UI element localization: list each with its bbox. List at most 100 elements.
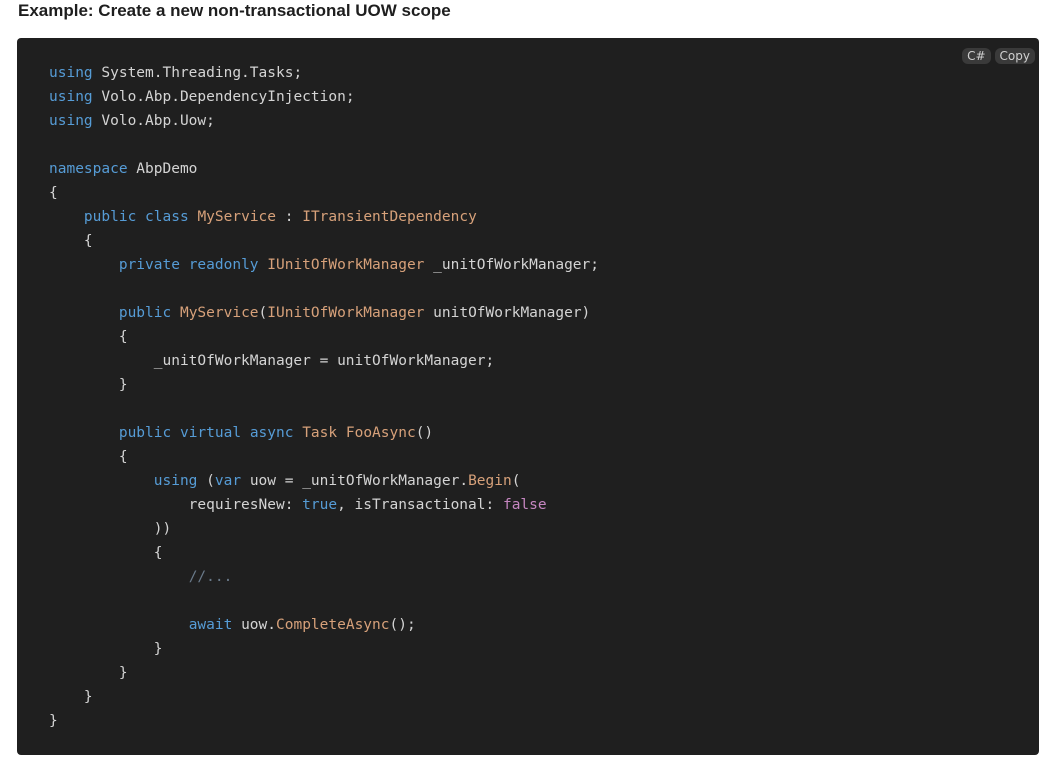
code-line: { (49, 325, 599, 349)
code-line: private readonly IUnitOfWorkManager _uni… (49, 253, 599, 277)
code-line: { (49, 229, 599, 253)
code-token-plain: uow. (232, 617, 276, 633)
code-token-plain: } (49, 713, 58, 729)
code-token-plain: System.Threading.Tasks; (92, 65, 303, 81)
code-token-plain: _unitOfWorkManager = unitOfWorkManager; (49, 353, 495, 369)
code-line: using Volo.Abp.Uow; (49, 109, 599, 133)
code-token-plain: ( (258, 305, 268, 321)
code-line: await uow.CompleteAsync(); (49, 613, 599, 637)
code-token-type: MyService (179, 305, 259, 321)
code-token-plain: { (49, 545, 163, 561)
code-line: )) (49, 517, 599, 541)
code-token-keyword: await (188, 617, 233, 633)
code-line: using Volo.Abp.DependencyInjection; (49, 85, 599, 109)
code-token-plain: { (49, 233, 93, 249)
code-line: } (49, 709, 599, 733)
code-token-keyword: class (145, 209, 189, 225)
code-line: //... (49, 565, 599, 589)
code-token-plain: , isTransactional: (337, 497, 503, 513)
code-line: { (49, 541, 599, 565)
code-token-plain: ( (511, 473, 521, 489)
language-badge: C# (962, 48, 991, 64)
copy-button[interactable]: Copy (994, 48, 1035, 64)
code-token-plain: requiresNew: (49, 497, 303, 513)
code-token-keyword2: false (502, 497, 547, 513)
code-block: C# Copy using System.Threading.Tasks; usi… (17, 38, 1039, 755)
code-line: requiresNew: true, isTransactional: fals… (49, 493, 599, 517)
code-token-keyword: public (118, 305, 172, 321)
code-token-plain: { (49, 449, 128, 465)
code-token-plain: { (49, 185, 58, 201)
code-line: } (49, 637, 599, 661)
code-token-plain: () (415, 425, 434, 441)
code-token-plain: AbpDemo (127, 161, 198, 177)
code-line: ​ (49, 397, 599, 421)
code-line: using (var uow = _unitOfWorkManager.Begi… (49, 469, 599, 493)
code-token-type: Task (302, 425, 338, 441)
code-token-plain: )) (49, 521, 172, 537)
code-token-method: Begin (468, 473, 512, 489)
code-line: namespace AbpDemo (49, 157, 599, 181)
code-listing: using System.Threading.Tasks; using Volo.… (49, 61, 599, 733)
code-line: } (49, 661, 599, 685)
code-line: ​ (49, 277, 599, 301)
code-line: { (49, 181, 599, 205)
code-content: using System.Threading.Tasks; using Volo.… (49, 61, 599, 733)
code-token-plain: } (49, 641, 163, 657)
code-token-plain: } (49, 665, 128, 681)
code-line: ​ (49, 133, 599, 157)
code-token-type: ITransientDependency (302, 209, 477, 225)
code-token-keyword: namespace (49, 161, 128, 177)
code-token-keyword: using (49, 113, 93, 129)
code-token-plain: { (49, 329, 128, 345)
code-token-method: FooAsync (345, 425, 416, 441)
code-line: } (49, 373, 599, 397)
code-token-plain: (); (389, 617, 416, 633)
code-token-plain: : (276, 209, 303, 225)
code-token-plain: unitOfWorkManager) (424, 305, 591, 321)
code-token-plain: uow = _unitOfWorkManager. (241, 473, 469, 489)
code-token-keyword: virtual (179, 425, 242, 441)
code-line: } (49, 685, 599, 709)
code-line: _unitOfWorkManager = unitOfWorkManager; (49, 349, 599, 373)
code-token-type: IUnitOfWorkManager (267, 257, 425, 273)
code-token-keyword: public (83, 209, 137, 225)
code-line: public class MyService : ITransientDepen… (49, 205, 599, 229)
code-token-method: CompleteAsync (276, 617, 390, 633)
code-token-keyword: using (153, 473, 198, 489)
code-token-keyword: var (214, 473, 242, 489)
code-token-comment: //... (188, 569, 233, 585)
code-token-type: IUnitOfWorkManager (267, 305, 425, 321)
code-token-plain: Volo.Abp.DependencyInjection; (92, 89, 355, 105)
code-token-keyword: async (249, 425, 294, 441)
code-line: public MyService(IUnitOfWorkManager unit… (49, 301, 599, 325)
code-token-plain: } (49, 377, 128, 393)
code-token-plain: } (49, 689, 93, 705)
code-token-keyword: using (49, 89, 93, 105)
code-token-type: MyService (197, 209, 277, 225)
code-line: { (49, 445, 599, 469)
code-token-plain: _unitOfWorkManager; (424, 257, 600, 273)
code-token-keyword: private (118, 257, 180, 273)
code-token-plain: Volo.Abp.Uow; (92, 113, 215, 129)
code-token-keyword: readonly (188, 257, 259, 273)
page-heading: Example: Create a new non-transactional … (18, 1, 451, 20)
code-line: ​ (49, 589, 599, 613)
code-line: using System.Threading.Tasks; (49, 61, 599, 85)
code-token-plain: ( (197, 473, 215, 489)
code-line: public virtual async Task FooAsync() (49, 421, 599, 445)
